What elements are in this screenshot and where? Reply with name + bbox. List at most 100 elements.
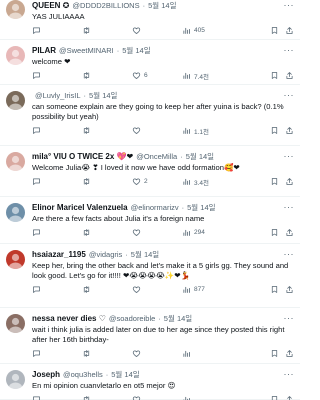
avatar[interactable] — [6, 91, 25, 110]
display-name[interactable]: QUEEN ✪ — [32, 0, 69, 11]
display-name[interactable]: nessa never dies ♡ — [32, 313, 106, 324]
share-icon[interactable] — [285, 349, 294, 358]
retweet-button[interactable] — [82, 177, 132, 186]
retweet-button[interactable] — [82, 126, 132, 135]
user-handle[interactable]: @vidagris — [89, 249, 122, 260]
tweet[interactable]: nessa never dies ♡ @soadoreible · 5월 14일… — [0, 308, 300, 364]
like-button[interactable] — [132, 395, 182, 400]
tweet-date[interactable]: 5월 14일 — [187, 202, 215, 213]
bookmark-icon[interactable] — [270, 349, 279, 358]
tweet[interactable]: QUEEN ✪ @DDDD2BILLIONS · 5월 14일 ··· YAS … — [0, 0, 300, 40]
reply-button[interactable] — [32, 71, 82, 80]
user-handle[interactable]: @OnceMilla — [136, 151, 177, 162]
tweet-date[interactable]: 5월 14일 — [131, 249, 159, 260]
views-button[interactable]: 3.4천 — [182, 177, 232, 187]
user-handle[interactable]: @elinormarizv — [131, 202, 179, 213]
retweet-button[interactable] — [82, 349, 132, 358]
display-name[interactable]: hsaiazar_1195 — [32, 249, 86, 260]
share-icon[interactable] — [285, 126, 294, 135]
tweet[interactable]: PILAR @SweetMINARI · 5월 14일 ··· welcome … — [0, 40, 300, 85]
tweet-date[interactable]: 5월 14일 — [164, 313, 192, 324]
more-icon[interactable]: ··· — [284, 249, 295, 260]
avatar[interactable] — [6, 314, 25, 333]
user-handle[interactable]: @DDDD2BILLIONS — [72, 0, 139, 11]
retweet-button[interactable] — [82, 395, 132, 400]
reply-button[interactable] — [32, 285, 82, 294]
reply-button[interactable] — [32, 126, 82, 135]
display-name[interactable]: Joseph — [32, 369, 60, 380]
share-icon[interactable] — [285, 395, 294, 400]
share-icon[interactable] — [285, 71, 294, 80]
more-icon[interactable]: ··· — [284, 202, 295, 213]
tweet-date[interactable]: 5월 14일 — [148, 0, 176, 11]
reply-button[interactable] — [32, 349, 82, 358]
like-button[interactable]: 6 — [132, 71, 182, 80]
bookmark-share — [264, 349, 294, 358]
tweet[interactable]: @Luvly_IrisIL · 5월 14일 ··· can someone e… — [0, 85, 300, 146]
views-button[interactable]: 7.4천 — [182, 71, 232, 81]
tweet[interactable]: Elinor Maricel Valenzuela @elinormarizv … — [0, 197, 300, 244]
avatar[interactable] — [6, 370, 25, 389]
user-handle[interactable]: @soadoreible — [109, 313, 155, 324]
retweet-button[interactable] — [82, 71, 132, 80]
bookmark-icon[interactable] — [270, 177, 279, 186]
avatar[interactable] — [6, 250, 25, 269]
tweet-date[interactable]: 5월 14일 — [186, 151, 214, 162]
views-button[interactable] — [182, 349, 232, 358]
bookmark-icon[interactable] — [270, 126, 279, 135]
views-icon — [183, 27, 190, 34]
avatar[interactable] — [6, 46, 25, 65]
tweet-date[interactable]: 5월 14일 — [122, 45, 150, 56]
bookmark-icon[interactable] — [270, 71, 279, 80]
tweet[interactable]: mila° VIU O TWICE 2x 💖❤ @OnceMilla · 5월 … — [0, 146, 300, 197]
more-icon[interactable]: ··· — [284, 90, 295, 101]
tweet[interactable]: Joseph @oqu3hells · 5월 14일 ··· En mi opi… — [0, 364, 300, 400]
retweet-button[interactable] — [82, 285, 132, 294]
like-button[interactable] — [132, 349, 182, 358]
like-button[interactable] — [132, 26, 182, 35]
like-button[interactable]: 2 — [132, 177, 182, 186]
retweet-button[interactable] — [82, 228, 132, 237]
more-icon[interactable]: ··· — [284, 151, 295, 162]
reply-icon — [33, 72, 40, 79]
views-button[interactable]: 1.1천 — [182, 126, 232, 136]
display-name[interactable]: PILAR — [32, 45, 56, 56]
tweet[interactable]: hsaiazar_1195 @vidagris · 5월 14일 ··· Kee… — [0, 244, 300, 308]
more-icon[interactable]: ··· — [284, 0, 295, 11]
bookmark-icon[interactable] — [270, 228, 279, 237]
user-handle[interactable]: @SweetMINARI — [59, 45, 114, 56]
retweet-button[interactable] — [82, 26, 132, 35]
display-name[interactable]: mila° VIU O TWICE 2x 💖❤ — [32, 151, 133, 162]
avatar[interactable] — [6, 152, 25, 171]
tweet-date[interactable]: 5월 14일 — [89, 90, 117, 101]
share-icon[interactable] — [285, 26, 294, 35]
reply-button[interactable] — [32, 228, 82, 237]
reply-button[interactable] — [32, 177, 82, 186]
bookmark-icon[interactable] — [270, 285, 279, 294]
views-button[interactable]: 877 — [182, 285, 232, 294]
avatar[interactable] — [6, 203, 25, 222]
share-icon[interactable] — [285, 228, 294, 237]
tweet-date[interactable]: 5월 14일 — [111, 369, 139, 380]
like-button[interactable] — [132, 126, 182, 135]
views-button[interactable]: 405 — [182, 26, 232, 35]
views-button[interactable]: 294 — [182, 228, 232, 237]
views-icon — [183, 127, 190, 134]
bookmark-icon[interactable] — [270, 26, 279, 35]
more-icon[interactable]: ··· — [284, 369, 295, 380]
display-name[interactable]: Elinor Maricel Valenzuela — [32, 202, 128, 213]
like-button[interactable] — [132, 228, 182, 237]
reply-button[interactable] — [32, 395, 82, 400]
user-handle[interactable]: @oqu3hells — [63, 369, 103, 380]
more-icon[interactable]: ··· — [284, 45, 295, 56]
bookmark-icon[interactable] — [270, 395, 279, 400]
reply-button[interactable] — [32, 26, 82, 35]
share-icon[interactable] — [285, 177, 294, 186]
views-button[interactable] — [182, 395, 232, 400]
like-button[interactable] — [132, 285, 182, 294]
user-handle[interactable]: @Luvly_IrisIL — [35, 90, 81, 101]
avatar[interactable] — [6, 0, 25, 19]
more-icon[interactable]: ··· — [284, 313, 295, 324]
bookmark-share — [264, 177, 294, 186]
share-icon[interactable] — [285, 285, 294, 294]
